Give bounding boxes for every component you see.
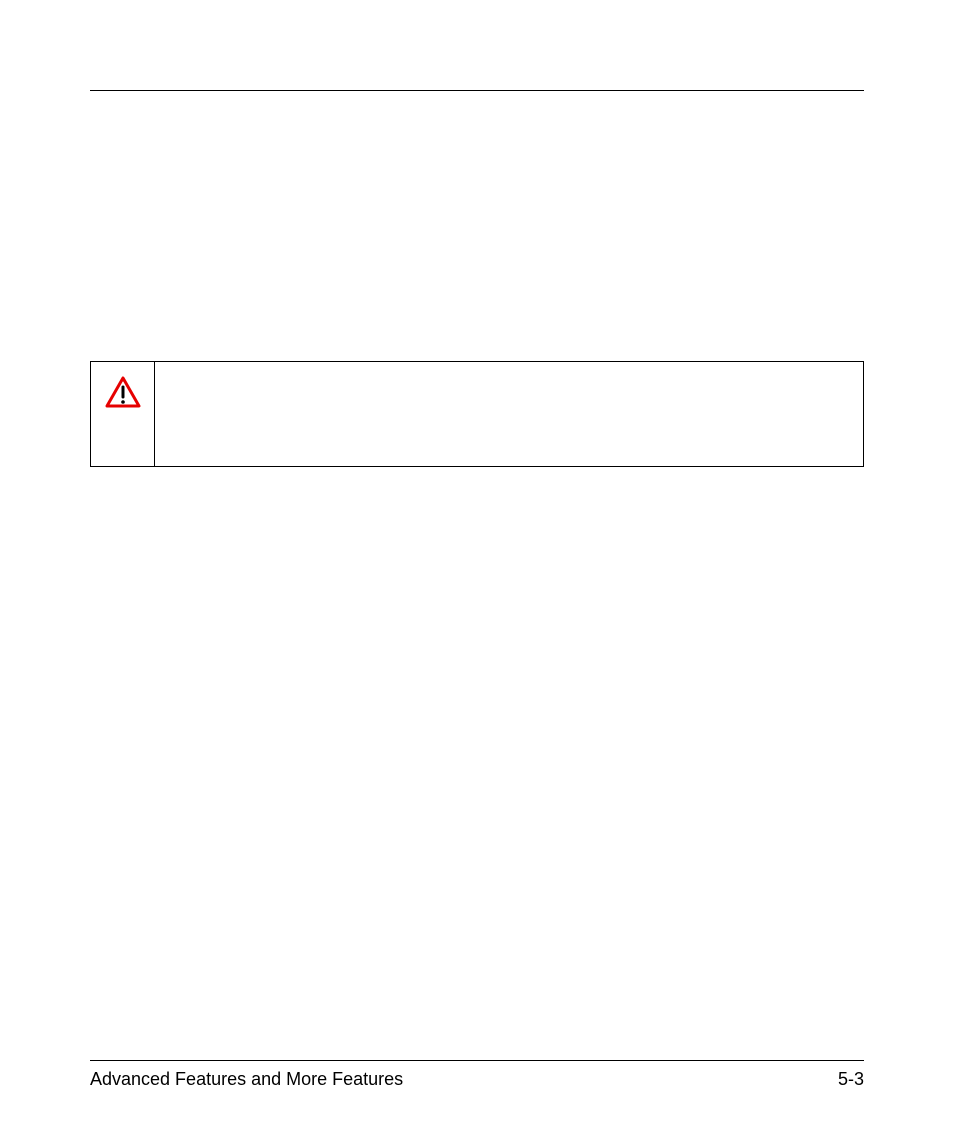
callout-body [155, 362, 863, 466]
callout-icon-cell [91, 362, 155, 466]
warning-callout [90, 361, 864, 467]
page-footer: Advanced Features and More Features 5-3 [90, 1060, 864, 1090]
footer-title: Advanced Features and More Features [90, 1069, 403, 1090]
header-rule [90, 90, 864, 91]
document-page: Advanced Features and More Features 5-3 [0, 0, 954, 1145]
footer-rule [90, 1060, 864, 1061]
page-number: 5-3 [838, 1069, 864, 1090]
warning-icon [105, 376, 141, 413]
